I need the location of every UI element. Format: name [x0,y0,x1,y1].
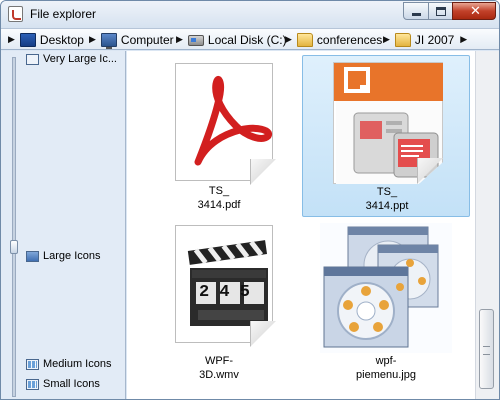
file-explorer-window: File explorer ✕ ▶ Desktop ▶ Computer ▶ L… [0,0,500,400]
pie-menu-screenshot-art [323,226,439,348]
very-large-icons-icon [26,53,39,65]
breadcrumb-item-conferences[interactable]: ▶ conferences [285,32,382,48]
vertical-scrollbar[interactable] [475,51,499,399]
desktop-icon [19,33,36,47]
close-icon: ✕ [470,4,481,19]
breadcrumb-item-computer[interactable]: ▶ Computer [89,32,174,49]
breadcrumb-label: JI 2007 [414,33,455,47]
file-name-line1: wpf- [375,355,397,367]
view-size-slider-thumb[interactable] [10,240,18,254]
image-thumbnail-icon [320,223,452,353]
view-mode-medium-icons[interactable]: Medium Icons [26,356,111,372]
file-name-line1: TS_ [376,186,398,198]
page-curl [250,159,276,185]
view-mode-label: Very Large Ic... [43,53,117,65]
chevron-right-icon[interactable]: ▶ [285,35,292,45]
file-list-view[interactable]: TS_ 3414.pdf TS_ 3414.ppt 2 4 5 WPF- 3D.… [127,51,475,399]
scrollbar-thumb[interactable] [479,309,494,389]
medium-icons-icon [26,358,39,370]
file-name-line2: piemenu.jpg [356,369,416,381]
breadcrumb-label: Desktop [39,33,84,47]
large-icons-icon [26,250,39,262]
breadcrumb-item-desktop[interactable]: ▶ Desktop [8,32,84,48]
file-name-line2: 3414.ppt [365,200,409,212]
breadcrumb-item-local-disk[interactable]: ▶ Local Disk (C:) [176,32,287,48]
view-size-slider[interactable] [12,57,16,397]
java-app-icon [8,6,23,22]
close-button[interactable]: ✕ [452,2,496,20]
view-mode-small-icons[interactable]: Small Icons [26,376,100,392]
file-name-line1: WPF- [204,355,234,367]
computer-icon [100,33,117,49]
clapper-digits: 2 4 5 [199,283,251,302]
folder-icon [394,33,411,47]
view-mode-label: Medium Icons [43,358,112,370]
title-bar[interactable]: File explorer ✕ [1,1,499,28]
file-item-wmv[interactable]: 2 4 5 WPF- 3D.wmv [135,223,303,387]
breadcrumb-label: Local Disk (C:) [207,33,287,47]
window-title: File explorer [30,7,97,21]
chevron-right-icon[interactable]: ▶ [8,35,15,45]
maximize-button[interactable] [428,2,453,20]
breadcrumb-label: conferences [316,33,383,47]
breadcrumb-label: Computer [120,33,174,47]
chevron-right-icon[interactable]: ▶ [383,35,390,45]
page-curl [250,321,276,347]
folder-icon [296,33,313,47]
view-mode-label: Small Icons [43,378,100,390]
file-item-pdf[interactable]: TS_ 3414.pdf [135,55,303,219]
file-item-ppt[interactable]: TS_ 3414.ppt [302,55,470,217]
minimize-icon [412,13,421,16]
chevron-right-icon[interactable]: ▶ [89,35,96,45]
view-mode-very-large-icons[interactable]: Very Large Ic... [26,51,117,67]
maximize-icon [436,7,446,16]
file-name-line2: 3414.pdf [197,199,241,211]
view-mode-label: Large Icons [43,250,101,262]
view-mode-large-icons[interactable]: Large Icons [26,248,100,264]
view-size-panel: Very Large Ic... Large Icons Medium Icon… [1,51,126,399]
breadcrumb: ▶ Desktop ▶ Computer ▶ Local Disk (C:) ▶… [1,28,499,50]
drive-icon [187,34,204,46]
small-icons-icon [26,378,39,390]
chevron-right-icon[interactable]: ▶ [176,35,183,45]
file-item-jpg[interactable]: wpf- piemenu.jpg [302,223,470,387]
file-name-line2: 3D.wmv [199,369,239,381]
file-name-line1: TS_ [208,185,230,197]
breadcrumb-item-ji-2007[interactable]: ▶ JI 2007 ▶ [383,32,472,48]
page-curl [417,158,443,184]
chevron-right-icon[interactable]: ▶ [460,35,467,45]
minimize-button[interactable] [403,2,429,20]
